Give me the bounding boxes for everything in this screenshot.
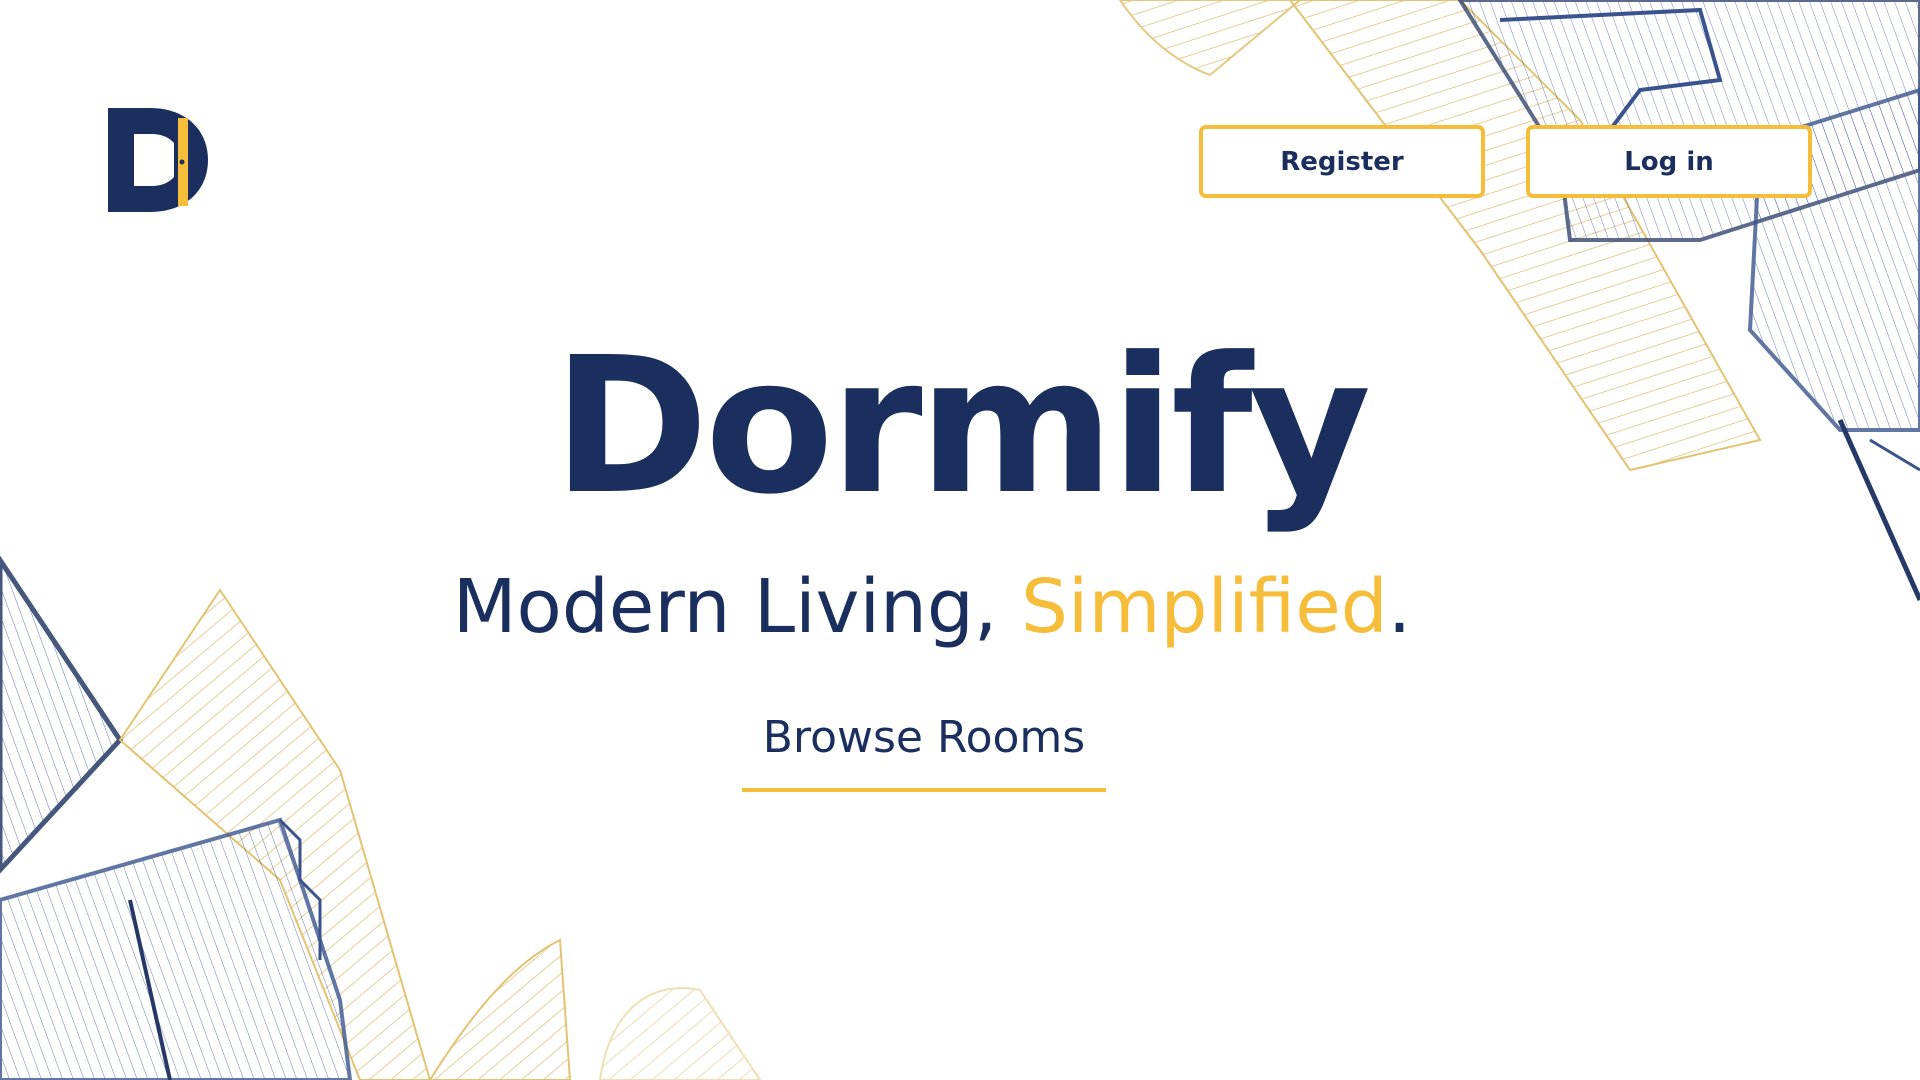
tagline-accent: Simplified: [1020, 564, 1388, 650]
hero-tagline: Modern Living, Simplified.: [0, 570, 1864, 644]
tagline-main: Modern Living,: [452, 564, 1021, 650]
hero-title: Dormify: [552, 317, 1372, 536]
dormify-door-logo-icon[interactable]: [108, 108, 208, 212]
browse-rooms-link[interactable]: Browse Rooms: [742, 704, 1106, 792]
tagline-end: .: [1387, 564, 1412, 650]
login-button[interactable]: Log in: [1526, 125, 1812, 198]
register-button[interactable]: Register: [1199, 125, 1485, 198]
